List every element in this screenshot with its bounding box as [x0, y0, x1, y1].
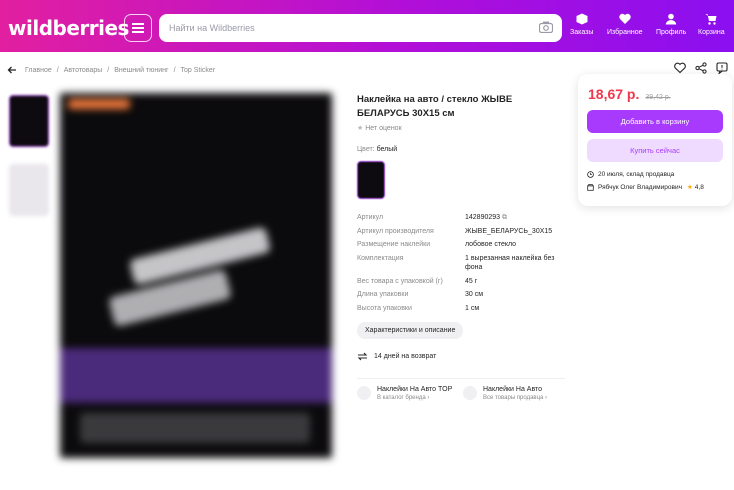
brand-links: Наклейки На Авто TOP В каталог бренда › …	[357, 378, 565, 401]
star-icon: ★	[357, 125, 366, 132]
spec-value: 1 см	[465, 304, 480, 312]
nav-profile[interactable]: Профиль	[656, 13, 686, 36]
seller-info[interactable]: Рябчук Олег Владимирович ★ 4,8	[587, 183, 704, 191]
spec-row: Артикул 142890293 ⧉	[357, 213, 557, 223]
color-line: Цвет: белый	[357, 146, 397, 153]
spec-key: Вес товара с упаковкой (г)	[357, 277, 443, 285]
nav-orders[interactable]: Заказы	[570, 13, 593, 36]
copy-icon[interactable]: ⧉	[502, 214, 507, 221]
box-icon	[576, 13, 588, 25]
nav-cart[interactable]: Корзина	[698, 13, 725, 36]
product-title: Наклейка на авто / стекло ЖЫВЕ БЕЛАРУСЬ …	[357, 94, 513, 119]
gallery-thumbnail[interactable]	[9, 164, 49, 216]
seller-rating: 4,8	[694, 183, 704, 191]
old-price: 39,42 р.	[645, 94, 671, 101]
breadcrumb-item[interactable]: Top Sticker	[181, 67, 216, 74]
buy-now-button[interactable]: Купить сейчас	[587, 139, 723, 162]
spec-key: Размещение наклейки	[357, 241, 431, 248]
page-actions	[674, 62, 728, 74]
rating-text: Нет оценок	[365, 125, 402, 132]
specs-table: Артикул 142890293 ⧉ Артикул производител…	[357, 213, 557, 317]
returns-info: 14 дней на возврат	[357, 351, 436, 362]
breadcrumb-item[interactable]: Внешний тюнинг	[114, 67, 168, 74]
spec-key: Комплектация	[357, 254, 404, 262]
spec-row: Длина упаковки 30 см	[357, 290, 557, 300]
add-to-cart-button[interactable]: Добавить в корзину	[587, 110, 723, 133]
returns-text: 14 дней на возврат	[374, 353, 437, 360]
spec-value: 45 г	[465, 277, 478, 285]
seller-catalog-link[interactable]: Наклейки На Авто Все товары продавца ›	[463, 386, 565, 401]
heart-icon	[619, 13, 631, 24]
buy-card: 18,67 р. 39,42 р. Добавить в корзину Куп…	[578, 74, 732, 206]
nav-profile-label: Профиль	[656, 29, 687, 36]
return-arrows-icon	[357, 352, 368, 361]
wildberries-logo[interactable]: wildberries	[8, 16, 129, 40]
camera-icon[interactable]	[539, 21, 553, 33]
seller-title: Наклейки На Авто	[483, 386, 543, 393]
user-icon	[665, 13, 677, 25]
color-value: белый	[376, 146, 398, 153]
spec-key: Длина упаковки	[357, 291, 409, 298]
search-bar	[159, 14, 562, 42]
menu-button[interactable]	[124, 14, 152, 42]
search-input[interactable]	[169, 23, 509, 33]
characteristics-button[interactable]: Характеристики и описание	[357, 322, 464, 339]
spec-value: лобовое стекло	[465, 241, 517, 248]
spec-value: 142890293 ⧉	[465, 213, 557, 223]
spec-key: Высота упаковки	[357, 304, 412, 312]
rating[interactable]: ★ Нет оценок	[357, 124, 402, 132]
price: 18,67 р.	[588, 86, 640, 102]
brand-title: Наклейки На Авто TOP	[377, 386, 453, 393]
nav-favorites[interactable]: Избранное	[607, 13, 642, 36]
spec-value: ЖЫВЕ_БЕЛАРУСЬ_30X15	[465, 227, 553, 235]
tag-icon	[357, 386, 371, 400]
star-icon: ★	[686, 184, 693, 191]
brand-catalog-link[interactable]: Наклейки На Авто TOP В каталог бренда ›	[357, 386, 459, 401]
color-swatch[interactable]	[357, 161, 385, 199]
spec-value: 1 вырезанная наклейка без фона	[465, 254, 555, 272]
spec-row: Размещение наклейки лобовое стекло	[357, 240, 557, 250]
clock-icon	[587, 171, 594, 178]
gallery-thumbnail[interactable]	[9, 95, 49, 147]
cart-icon	[705, 14, 717, 25]
header-bar: wildberries Заказы Избранное Профиль Кор…	[0, 0, 734, 52]
nav-orders-label: Заказы	[570, 29, 594, 36]
share-icon[interactable]	[695, 62, 707, 74]
shop-icon	[463, 386, 477, 400]
delivery-text: 20 июля, склад продавца	[598, 171, 675, 178]
breadcrumb-item[interactable]: Автотовары	[64, 67, 103, 74]
back-arrow-icon[interactable]	[7, 65, 17, 75]
spec-key: Артикул производителя	[357, 227, 434, 235]
spec-row: Комплектация 1 вырезанная наклейка без ф…	[357, 254, 557, 273]
product-image[interactable]	[60, 93, 332, 458]
price-row: 18,67 р. 39,42 р.	[588, 86, 671, 102]
breadcrumb: Главное / Автотовары / Внешний тюнинг / Top…	[7, 64, 215, 76]
spec-row: Высота упаковки 1 см	[357, 304, 557, 314]
breadcrumb-item[interactable]: Главное	[25, 67, 52, 74]
nav-favorites-label: Избранное	[607, 29, 643, 36]
nav-cart-label: Корзина	[698, 29, 725, 36]
article-number: 142890293	[465, 214, 501, 221]
spec-key: Артикул	[357, 214, 384, 221]
color-label: Цвет:	[357, 146, 375, 153]
spec-row: Вес товара с упаковкой (г) 45 г	[357, 277, 557, 287]
brand-sub: В каталог бренда ›	[377, 395, 430, 401]
report-icon[interactable]	[716, 62, 728, 74]
delivery-info: 20 июля, склад продавца	[587, 171, 674, 178]
heart-outline-icon[interactable]	[674, 62, 686, 74]
spec-value: 30 см	[465, 291, 484, 298]
spec-row: Артикул производителя ЖЫВЕ_БЕЛАРУСЬ_30X1…	[357, 227, 557, 237]
seller-sub: Все товары продавца ›	[483, 395, 548, 401]
seller-name: Рябчук Олег Владимирович	[598, 183, 682, 191]
store-icon	[587, 183, 594, 191]
